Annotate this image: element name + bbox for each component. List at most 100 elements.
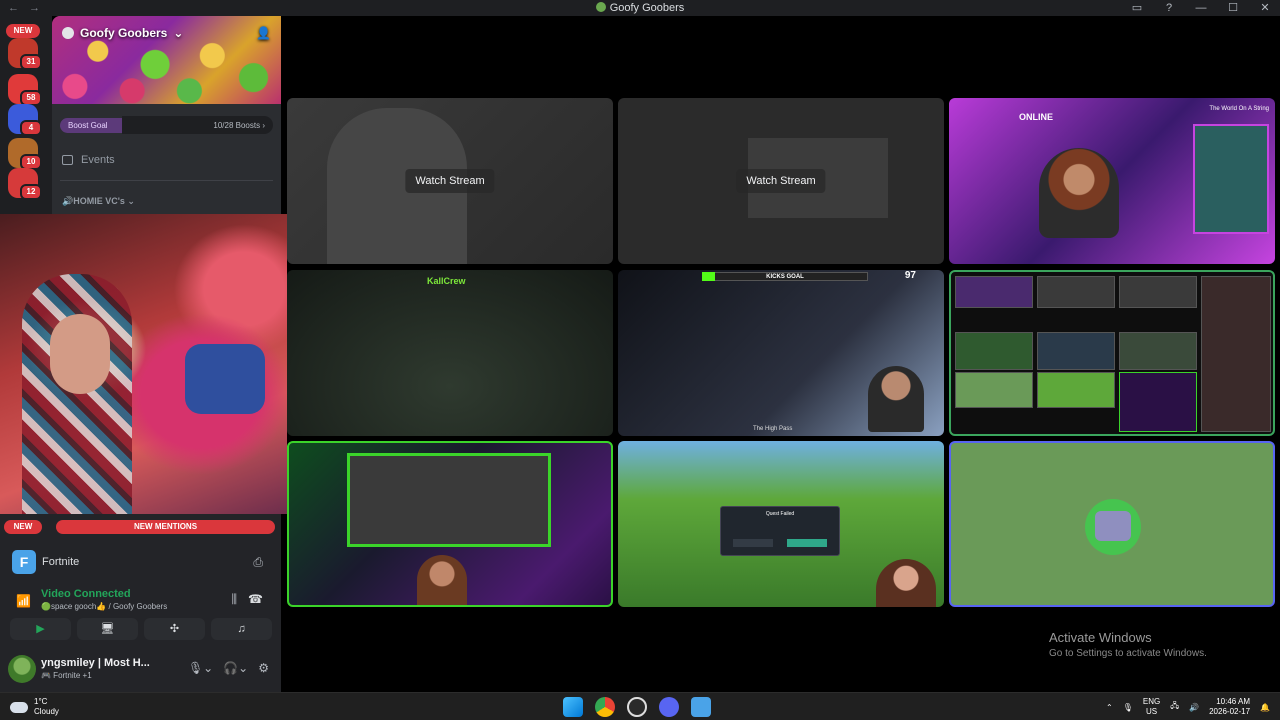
new-unreads-pill[interactable]: NEW xyxy=(4,520,42,534)
stream-tile-7[interactable] xyxy=(287,441,613,607)
boost-goal-label: Boost Goal xyxy=(60,117,130,133)
activate-windows-watermark: Activate Windows Go to Settings to activ… xyxy=(1049,630,1207,659)
activity-settings-icon[interactable]: ⎙ xyxy=(253,555,263,570)
community-icon xyxy=(62,27,74,39)
notifications-icon[interactable]: 🔔 xyxy=(1260,703,1270,712)
headphones-icon[interactable]: 🎧⌄ xyxy=(223,661,248,675)
stream-tile-8[interactable]: Quest Failed xyxy=(618,441,944,607)
new-unreads-pill[interactable]: NEW xyxy=(6,24,40,38)
clock-time: 10:46 AM xyxy=(1216,697,1251,706)
gear-icon[interactable]: ⚙ xyxy=(258,661,269,675)
window-title-text: Goofy Goobers xyxy=(609,2,685,14)
game-capture xyxy=(347,453,551,547)
server-icon-1[interactable]: 31 xyxy=(8,38,42,70)
stream-tile-3[interactable]: ONLINE The World On A String xyxy=(949,98,1275,264)
watch-stream-button[interactable]: Watch Stream xyxy=(405,169,495,193)
server-icon-5[interactable]: 12 xyxy=(8,168,42,200)
activity-panel[interactable]: F Fortnite ⎙ xyxy=(4,544,277,580)
inbox-icon[interactable]: ▭ xyxy=(1128,0,1146,16)
user-status: 🎮 Fortnite +1 xyxy=(41,671,92,680)
add-member-icon[interactable]: 👤 xyxy=(256,26,271,40)
help-icon[interactable]: ? xyxy=(1160,0,1178,16)
soundboard-button[interactable]: ♫ xyxy=(211,618,272,640)
stream-tile-6[interactable] xyxy=(949,270,1275,436)
server-name-header[interactable]: Goofy Goobers ⌄ xyxy=(62,26,183,40)
user-panel: NEW NEW MENTIONS F Fortnite ⎙ 📶 Video Co… xyxy=(0,514,281,692)
user-area: yngsmiley | Most H... 🎮 Fortnite +1 🎙⌄ 🎧… xyxy=(4,652,277,686)
calendar-icon xyxy=(62,155,73,165)
weather-widget[interactable]: 1°C Cloudy xyxy=(10,697,59,717)
server-rail: NEW 31 58 4 10 12 xyxy=(0,16,52,216)
channel-sidebar: Goofy Goobers ⌄ 👤 Boost Goal 10/28 Boosts… xyxy=(52,16,281,216)
chevron-up-icon[interactable]: ⌃ xyxy=(1106,703,1113,712)
game-dialog-title: Quest Failed xyxy=(765,511,795,517)
stream-overlay-logo: KallCrew xyxy=(427,276,466,286)
activities-button[interactable]: ✣ xyxy=(144,618,205,640)
minimize-button[interactable]: — xyxy=(1192,0,1210,16)
microphone-icon[interactable]: 🎙 xyxy=(1123,703,1133,712)
events-label: Events xyxy=(81,154,115,166)
watch-stream-button[interactable]: Watch Stream xyxy=(736,169,826,193)
stream-grid: Watch Stream Watch Stream ONLINE The Wor… xyxy=(287,98,1275,608)
watermark-subtitle: Go to Settings to activate Windows. xyxy=(1049,648,1207,659)
user-name[interactable]: yngsmiley | Most H... xyxy=(41,657,150,669)
nested-tile xyxy=(955,276,1033,308)
obs-icon[interactable] xyxy=(627,697,647,717)
microphone-icon[interactable]: 🎙⌄ xyxy=(188,661,213,675)
stream-tile-2[interactable]: Watch Stream xyxy=(618,98,944,264)
stream-tile-5[interactable]: KICKS GOAL 97 The High Pass xyxy=(618,270,944,436)
volume-icon[interactable]: 🔊 xyxy=(1189,703,1199,712)
noise-suppression-icon[interactable]: ⫼ xyxy=(231,592,237,607)
participant-avatar xyxy=(1085,499,1141,555)
stream-overlay-panel xyxy=(1193,124,1269,234)
region-code: US xyxy=(1145,707,1158,716)
server-name: Goofy Goobers xyxy=(80,26,168,40)
windows-taskbar: 1°C Cloudy ⌃ 🎙 ENG US 🖧 🔊 10:46 AM 2026-02-… xyxy=(0,692,1280,720)
stream-tile-9[interactable] xyxy=(949,441,1275,607)
avatar[interactable] xyxy=(8,655,36,683)
chrome-icon[interactable] xyxy=(595,697,615,717)
channel-category[interactable]: 🔊HOMIE VC's ⌄ xyxy=(62,196,135,207)
language-indicator[interactable]: ENG US xyxy=(1143,697,1160,717)
window-title: Goofy Goobers xyxy=(0,0,1280,16)
stream-tile-1[interactable]: Watch Stream xyxy=(287,98,613,264)
signal-icon[interactable]: 📶 xyxy=(16,594,31,608)
window-controls: ▭ ? — ☐ ✕ xyxy=(1128,0,1274,16)
server-icon-4[interactable]: 10 xyxy=(8,138,42,170)
kicks-goal-bar: KICKS GOAL xyxy=(702,272,868,281)
user-controls: 🎙⌄ 🎧⌄ ⚙ xyxy=(188,661,269,675)
voice-channel-label[interactable]: 🟢space gooch👍 / Goofy Goobers xyxy=(41,602,167,611)
new-mentions-pill[interactable]: NEW MENTIONS xyxy=(56,520,275,534)
stream-tile-4[interactable]: KallCrew xyxy=(287,270,613,436)
boost-goal-bar[interactable]: Boost Goal 10/28 Boosts › xyxy=(60,116,273,134)
screen-share-button[interactable]: 🖥 xyxy=(77,618,138,640)
nested-tile xyxy=(1119,372,1197,432)
clock[interactable]: 10:46 AM 2026-02-17 xyxy=(1209,697,1250,717)
activity-name: Fortnite xyxy=(42,556,80,568)
close-button[interactable]: ✕ xyxy=(1256,0,1274,16)
streamer-cam xyxy=(868,366,924,432)
stream-overlay-caption: The World On A String xyxy=(1209,106,1269,112)
nested-tile xyxy=(1037,332,1115,370)
server-icon xyxy=(595,2,606,12)
streamer-cam xyxy=(876,559,936,607)
events-item[interactable]: Events xyxy=(62,154,115,166)
server-banner: Goofy Goobers ⌄ 👤 xyxy=(52,16,281,104)
discord-icon[interactable] xyxy=(659,697,679,717)
disconnect-icon[interactable]: ☎ xyxy=(248,592,263,606)
fortnite-icon[interactable] xyxy=(691,697,711,717)
webcam-person xyxy=(22,274,132,514)
nested-tile xyxy=(955,372,1033,408)
clock-date: 2026-02-17 xyxy=(1209,707,1251,716)
game-location-label: The High Pass xyxy=(753,426,793,432)
user-webcam-feed[interactable] xyxy=(0,214,287,514)
weather-temp: 1°C xyxy=(34,697,48,706)
server-icon-2[interactable]: 58 xyxy=(8,74,42,106)
network-icon[interactable]: 🖧 xyxy=(1170,700,1179,714)
camera-button[interactable]: ▶ xyxy=(10,618,71,640)
mention-badge: 4 xyxy=(20,120,42,136)
server-icon-3[interactable]: 4 xyxy=(8,104,42,136)
maximize-button[interactable]: ☐ xyxy=(1224,0,1242,16)
windows-start-icon[interactable] xyxy=(563,697,583,717)
streamer-cam xyxy=(417,555,467,605)
